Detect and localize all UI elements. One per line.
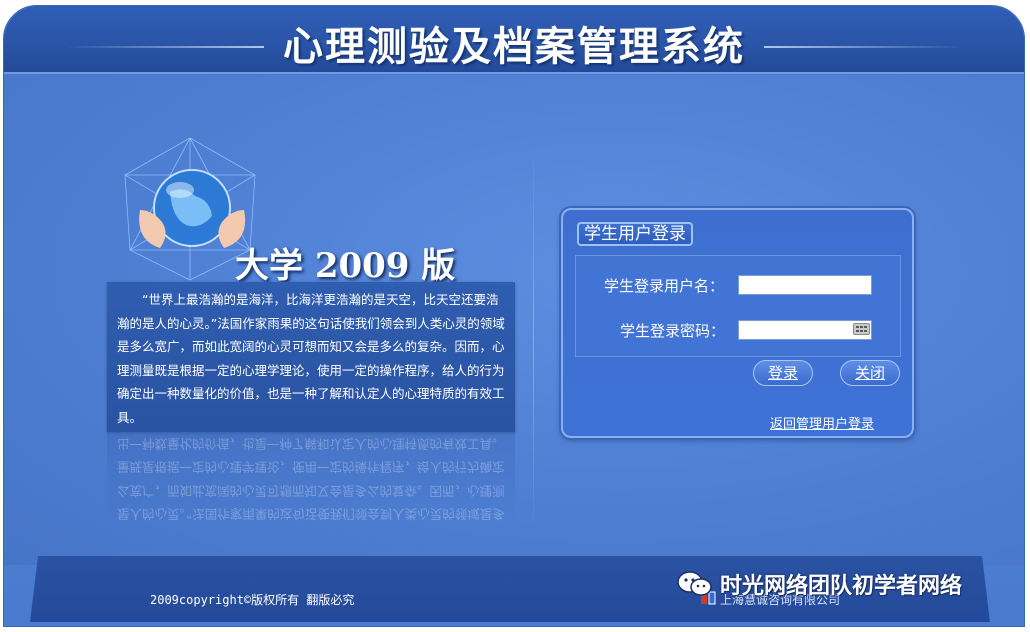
login-button[interactable]: 登录 — [753, 360, 813, 386]
page-title: 心理测验及档案管理系统 — [283, 24, 745, 70]
vertical-divider — [533, 145, 534, 535]
edition-label: 大学 2009 版 — [235, 246, 456, 286]
login-fields-box: 学生登录用户名： 学生登录密码： — [575, 255, 901, 357]
watermark-text: 时光网络团队初学者网络 — [720, 574, 963, 599]
password-field-wrapper — [738, 320, 872, 340]
copyright-text: 2009copyright©版权所有 翻版必究 — [150, 593, 355, 607]
watermark: 时光网络团队初学者网络 — [676, 568, 962, 600]
password-input[interactable] — [738, 320, 872, 340]
close-button[interactable]: 关闭 — [840, 360, 900, 386]
login-title: 学生用户登录 — [577, 222, 693, 246]
username-input[interactable] — [738, 275, 872, 295]
header-divider-right — [764, 46, 964, 48]
keyboard-icon[interactable] — [853, 323, 870, 335]
intro-paragraph: “世界上最浩瀚的是海洋，比海洋更浩瀚的是天空，比天空还要浩瀚的是人的心灵。”法国… — [117, 292, 505, 425]
intro-text-box: “世界上最浩瀚的是海洋，比海洋更浩瀚的是天空，比天空还要浩瀚的是人的心灵。”法国… — [107, 282, 515, 432]
intro-reflection: “世界上最浩瀚的是海洋，比海洋更浩瀚的是天空，比天空还要浩瀚的是人的心灵。”法国… — [107, 432, 515, 522]
intro-reflection-text: “世界上最浩瀚的是海洋，比海洋更浩瀚的是天空，比天空还要浩瀚的是人的心灵。”法国… — [117, 436, 505, 523]
username-label: 学生登录用户名： — [604, 277, 725, 295]
password-label: 学生登录密码： — [620, 322, 726, 340]
admin-login-link[interactable]: 返回管理用户登录 — [770, 413, 874, 432]
wechat-icon — [677, 571, 712, 596]
login-panel: 学生用户登录 学生登录用户名： 学生登录密码： 登录 关闭 返回管理用户登录 — [561, 208, 914, 438]
header-bar: 心理测验及档案管理系统 — [4, 6, 1024, 74]
